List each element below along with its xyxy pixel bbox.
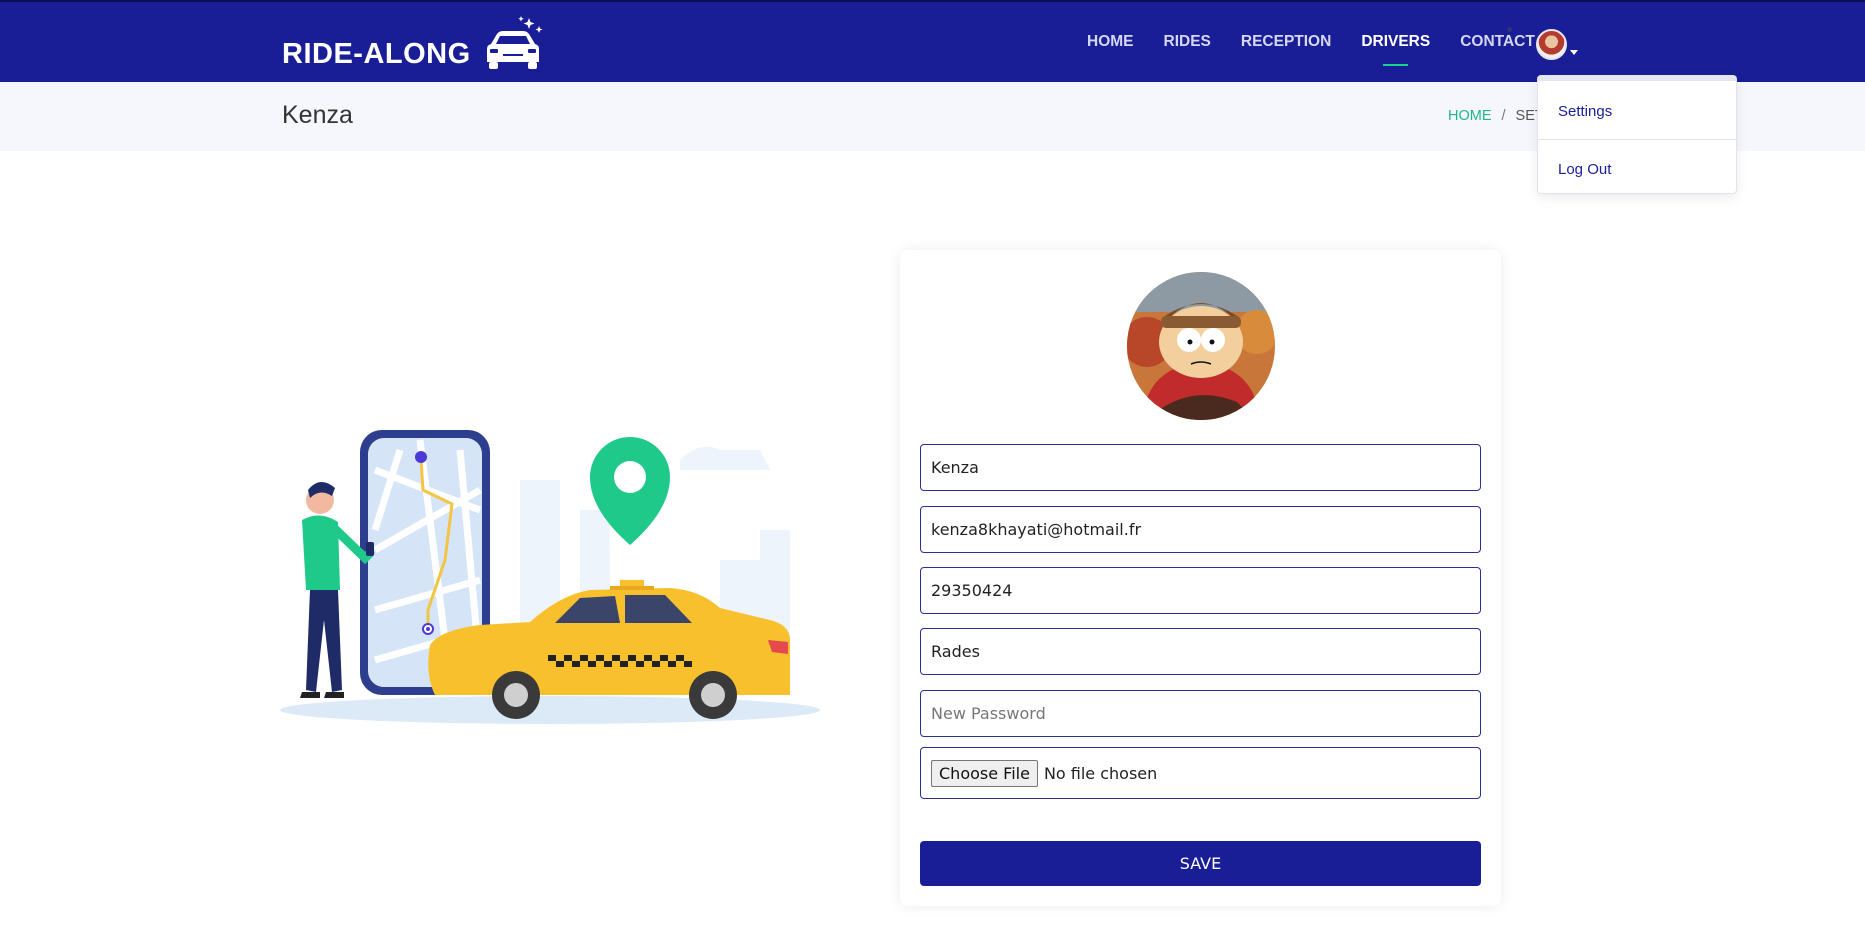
new-password-input[interactable]	[920, 690, 1481, 737]
chevron-down-icon[interactable]	[1570, 50, 1578, 55]
breadcrumb-home[interactable]: HOME	[1448, 108, 1492, 124]
file-status-text: No file chosen	[1043, 763, 1158, 783]
nav-home[interactable]: HOME	[1087, 33, 1134, 51]
city-input[interactable]	[920, 628, 1481, 675]
notification-dot	[1507, 27, 1512, 32]
brand-logo[interactable]: RIDE-ALONG	[282, 16, 545, 82]
user-avatar[interactable]	[1536, 29, 1567, 60]
nav-drivers[interactable]: DRIVERS	[1361, 33, 1430, 66]
menu-item-logout[interactable]: Log Out	[1558, 161, 1611, 178]
save-button[interactable]: SAVE	[920, 841, 1481, 886]
profile-picture	[1127, 272, 1275, 420]
main-nav: HOME RIDES RECEPTION DRIVERS CONTACT	[1087, 33, 1565, 66]
nav-rides[interactable]: RIDES	[1164, 33, 1211, 51]
brand-name: RIDE-ALONG	[282, 37, 471, 70]
profile-picture-file-input[interactable]: Choose File No file chosen	[920, 747, 1481, 799]
choose-file-button[interactable]: Choose File	[931, 759, 1038, 787]
top-navbar: RIDE-ALONG HOME RIDES RECEPTION DRIVERS …	[0, 0, 1865, 82]
phone-input[interactable]	[920, 567, 1481, 614]
menu-item-settings[interactable]: Settings	[1558, 103, 1612, 120]
breadcrumb-separator: /	[1501, 108, 1506, 124]
nav-reception[interactable]: RECEPTION	[1241, 33, 1331, 51]
menu-divider	[1538, 139, 1736, 140]
taxi-illustration	[280, 430, 840, 730]
nav-contact[interactable]: CONTACT	[1460, 33, 1535, 51]
car-icon	[481, 14, 545, 82]
name-input[interactable]	[920, 444, 1481, 491]
email-input[interactable]	[920, 506, 1481, 553]
page-title: Kenza	[282, 101, 353, 129]
user-dropdown-menu: Settings Log Out	[1537, 75, 1737, 194]
